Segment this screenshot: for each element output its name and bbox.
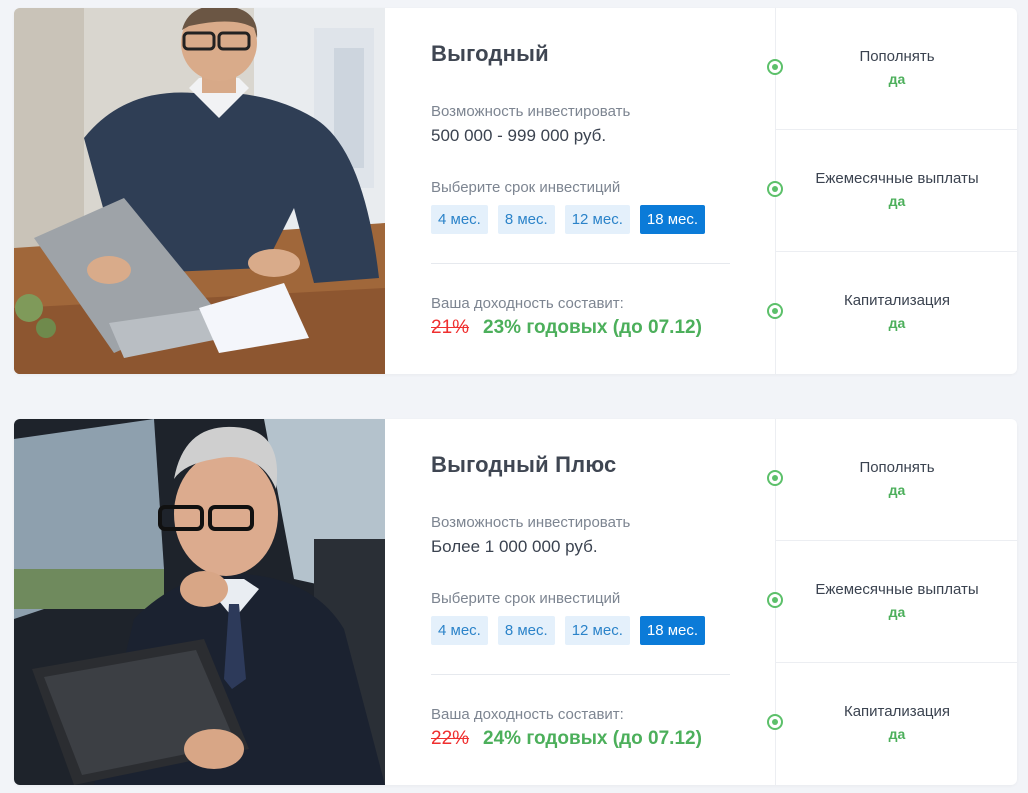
term-option-8[interactable]: 8 мес.	[497, 205, 555, 234]
term-label: Выберите срок инвестиций	[431, 179, 621, 196]
feature-capitalization: Капитализация да	[767, 252, 1017, 374]
feature-value: да	[888, 482, 906, 498]
feature-value: да	[888, 193, 906, 209]
term-selector: 4 мес. 8 мес. 12 мес. 18 мес.	[431, 616, 706, 645]
term-option-12[interactable]: 12 мес.	[564, 616, 630, 645]
term-option-18[interactable]: 18 мес.	[639, 616, 706, 645]
plan-title: Выгодный	[431, 41, 549, 66]
feature-monthly-payouts: Ежемесячные выплаты да	[767, 541, 1017, 663]
feature-value: да	[888, 726, 906, 742]
feature-label: Капитализация	[843, 292, 951, 309]
new-rate: 23% годовых (до 07.12)	[483, 317, 702, 338]
feature-monthly-payouts: Ежемесячные выплаты да	[767, 130, 1017, 252]
term-option-18[interactable]: 18 мес.	[639, 205, 706, 234]
yield-rates: 22% 24% годовых (до 07.12)	[431, 728, 702, 750]
businessman-laptop-photo	[14, 8, 385, 374]
features-list: Пополнять да Ежемесячные выплаты да Капи…	[767, 419, 1017, 785]
plan-info: Выгодный Возможность инвестировать 500 0…	[385, 8, 775, 374]
yield-label: Ваша доходность составит:	[431, 295, 624, 312]
term-label: Выберите срок инвестиций	[431, 590, 621, 607]
features-list: Пополнять да Ежемесячные выплаты да Капи…	[767, 8, 1017, 374]
invest-amount: 500 000 - 999 000 руб.	[431, 126, 607, 145]
plan-card: Выгодный Плюс Возможность инвестировать …	[14, 419, 1017, 785]
term-option-12[interactable]: 12 мес.	[564, 205, 630, 234]
divider	[431, 674, 730, 675]
term-option-8[interactable]: 8 мес.	[497, 616, 555, 645]
feature-capitalization: Капитализация да	[767, 663, 1017, 785]
yield-rates: 21% 23% годовых (до 07.12)	[431, 317, 702, 339]
plan-title: Выгодный Плюс	[431, 452, 617, 477]
feature-label: Ежемесячные выплаты	[815, 170, 979, 187]
divider	[431, 263, 730, 264]
invest-label: Возможность инвестировать	[431, 103, 631, 120]
term-selector: 4 мес. 8 мес. 12 мес. 18 мес.	[431, 205, 706, 234]
plan-card: Выгодный Возможность инвестировать 500 0…	[14, 8, 1017, 374]
plan-info: Выгодный Плюс Возможность инвестировать …	[385, 419, 775, 785]
businessman-tablet-car-photo	[14, 419, 385, 785]
feature-value: да	[888, 71, 906, 87]
feature-label: Ежемесячные выплаты	[815, 581, 979, 598]
feature-label: Пополнять	[859, 48, 935, 65]
invest-label: Возможность инвестировать	[431, 514, 631, 531]
old-rate: 21%	[431, 317, 470, 338]
yield-label: Ваша доходность составит:	[431, 706, 624, 723]
invest-amount: Более 1 000 000 руб.	[431, 537, 598, 556]
new-rate: 24% годовых (до 07.12)	[483, 728, 702, 749]
term-option-4[interactable]: 4 мес.	[431, 616, 488, 645]
feature-value: да	[888, 604, 906, 620]
feature-topup: Пополнять да	[767, 8, 1017, 130]
term-option-4[interactable]: 4 мес.	[431, 205, 488, 234]
old-rate: 22%	[431, 728, 470, 749]
feature-value: да	[888, 315, 906, 331]
feature-topup: Пополнять да	[767, 419, 1017, 541]
feature-label: Пополнять	[859, 459, 935, 476]
feature-label: Капитализация	[843, 703, 951, 720]
